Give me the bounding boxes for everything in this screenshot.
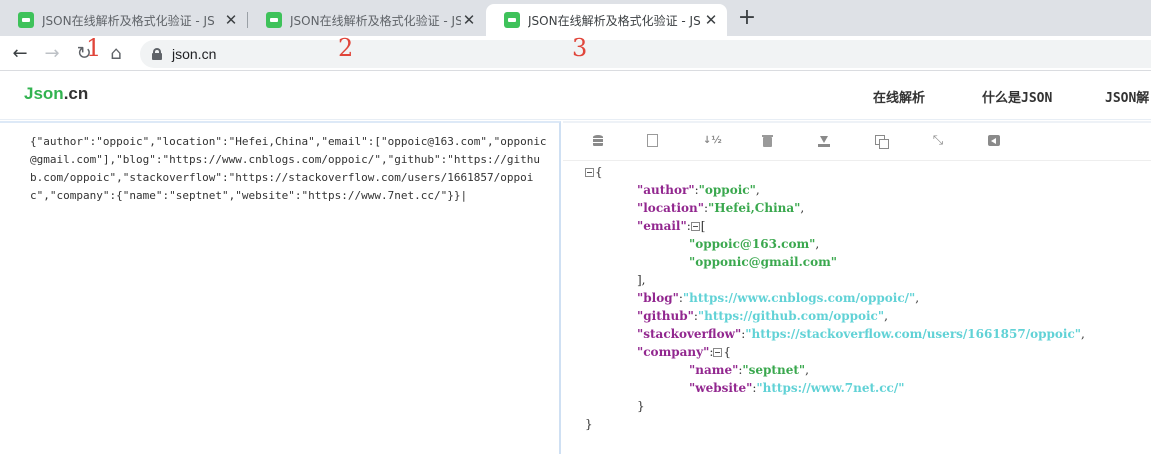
close-icon[interactable]: ✕ (703, 12, 719, 28)
tree-line: } (637, 399, 645, 413)
collapse-icon[interactable] (690, 222, 700, 231)
json-key: "location" (637, 201, 704, 215)
database-icon[interactable] (591, 134, 605, 148)
document-icon[interactable] (647, 134, 658, 147)
tree-line: "location":"Hefei,China", (637, 201, 805, 215)
annotation-number: 2 (338, 34, 354, 62)
json-string-value: "Hefei,China" (708, 201, 801, 215)
tab-title: JSON在线解析及格式化验证 - JS (528, 13, 701, 28)
download-icon[interactable] (817, 134, 831, 148)
trash-icon[interactable] (761, 134, 775, 148)
tree-line: ], (637, 273, 646, 287)
tree-line: "stackoverflow":"https://stackoverflow.c… (637, 327, 1085, 341)
collapse-icon[interactable] (713, 348, 723, 357)
tree-line: } (585, 417, 593, 431)
back-arrow-icon[interactable]: ← (8, 42, 32, 66)
logo-main: Json (24, 84, 64, 103)
nav-json-more[interactable]: JSON解 (1105, 87, 1149, 106)
json-key: "name" (689, 363, 739, 377)
json-url-value[interactable]: "https://stackoverflow.com/users/1661857… (745, 327, 1081, 341)
close-icon[interactable]: ✕ (223, 12, 239, 28)
tree-line: "website":"https://www.7net.cc/" (689, 381, 905, 395)
json-input-text[interactable]: {"author":"oppoic","location":"Hefei,Chi… (30, 133, 550, 205)
close-icon[interactable]: ✕ (461, 12, 477, 28)
tree-line: "blog":"https://www.cnblogs.com/oppoic/"… (637, 291, 920, 305)
forward-arrow-icon[interactable]: → (40, 42, 64, 66)
tree-line: "oppoic@163.com", (689, 237, 820, 251)
nav-online-parse[interactable]: 在线解析 (873, 87, 925, 106)
browser-tab-1[interactable]: JSON在线解析及格式化验证 - JS ✕ (0, 4, 247, 36)
browser-tab-3-active[interactable]: JSON在线解析及格式化验证 - JS ✕ (486, 4, 727, 36)
tree-line: "opponic@gmail.com" (585, 253, 1085, 271)
sort-icon[interactable]: ↓½ (703, 134, 722, 148)
json-input-editor[interactable]: {"author":"oppoic","location":"Hefei,Chi… (0, 121, 561, 454)
json-key: "company" (637, 345, 710, 359)
json-url-value[interactable]: "https://www.cnblogs.com/oppoic/" (683, 291, 915, 305)
json-key: "email" (637, 219, 687, 233)
tree-line: { (585, 163, 1085, 181)
json-key: "website" (689, 381, 753, 395)
share-icon[interactable] (987, 134, 1001, 148)
compress-icon[interactable]: ⤡ (931, 134, 945, 148)
tab-strip: JSON在线解析及格式化验证 - JS ✕ JSON在线解析及格式化验证 - J… (0, 0, 1151, 36)
address-bar[interactable]: json.cn (140, 40, 1151, 68)
json-key: "github" (637, 309, 694, 323)
json-string-value: "oppoic@163.com" (689, 237, 816, 251)
tab-title: JSON在线解析及格式化验证 - JS (290, 13, 461, 28)
tree-line: "email":[ (637, 219, 706, 233)
site-header: Json.cn 在线解析 什么是JSON JSON解 (0, 72, 1151, 120)
browser-tab-2[interactable]: JSON在线解析及格式化验证 - JS ✕ (248, 4, 485, 36)
tree-line: "company":{ (637, 345, 732, 359)
site-logo[interactable]: Json.cn (24, 84, 88, 104)
tree-line: "name":"septnet", (689, 363, 809, 377)
json-key: "author" (637, 183, 695, 197)
json-string-value: "opponic@gmail.com" (689, 255, 838, 269)
json-string-value: "oppoic" (698, 183, 756, 197)
output-toolbar: ↓½ ⤡ (563, 123, 1151, 161)
logo-suffix: .cn (63, 84, 89, 103)
annotation-number: 3 (572, 34, 588, 62)
tab-title: JSON在线解析及格式化验证 - JS (42, 13, 215, 28)
home-icon[interactable]: ⌂ (104, 42, 128, 66)
copy-icon[interactable] (874, 134, 889, 149)
json-key: "blog" (637, 291, 679, 305)
json-url-value[interactable]: "https://www.7net.cc/" (756, 381, 904, 395)
json-output-panel: ↓½ ⤡ { "author":"oppoic", "location":"He… (563, 121, 1151, 454)
annotation-number: 1 (86, 34, 102, 62)
collapse-icon[interactable] (585, 168, 594, 177)
nav-what-is-json[interactable]: 什么是JSON (982, 87, 1052, 106)
lock-icon (152, 48, 162, 60)
json-tree: { "author":"oppoic", "location":"Hefei,C… (585, 163, 1085, 433)
json-favicon-icon (504, 12, 520, 28)
tree-line: "github":"https://github.com/oppoic", (637, 309, 888, 323)
json-key: "stackoverflow" (637, 327, 742, 341)
tree-line: "author":"oppoic", (637, 183, 760, 197)
new-tab-button[interactable]: + (736, 7, 758, 29)
json-url-value[interactable]: "https://github.com/oppoic" (698, 309, 884, 323)
json-string-value: "septnet" (742, 363, 806, 377)
json-favicon-icon (18, 12, 34, 28)
url-text: json.cn (172, 46, 217, 62)
json-favicon-icon (266, 12, 282, 28)
